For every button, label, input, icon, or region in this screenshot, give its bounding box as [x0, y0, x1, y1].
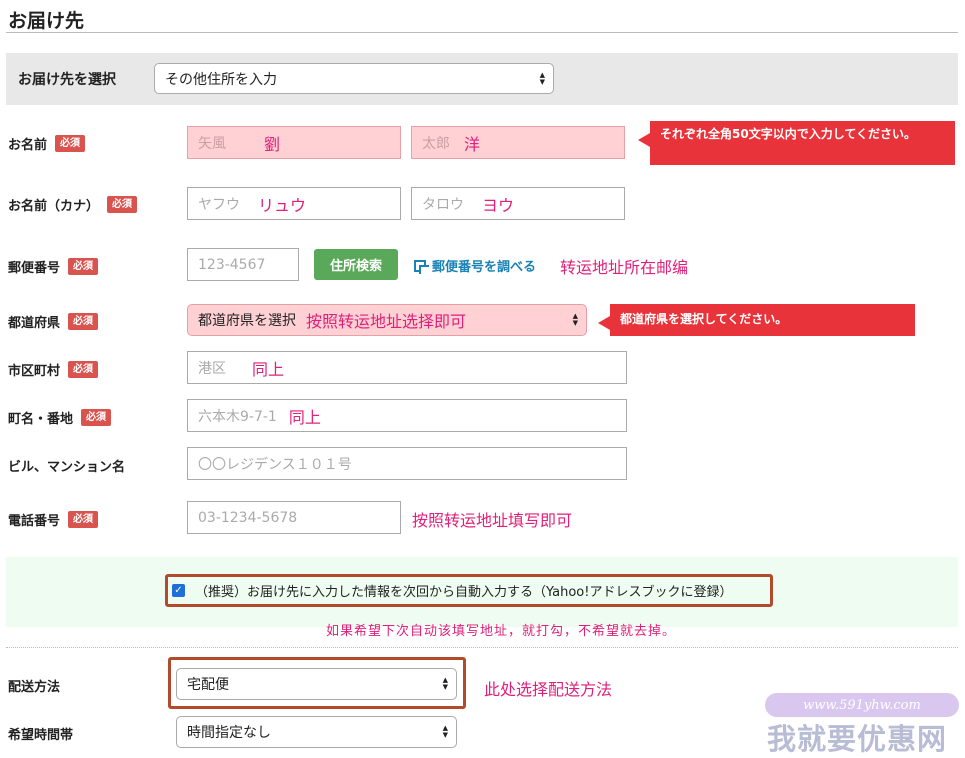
first-name-placeholder: 太郎	[422, 135, 450, 152]
street-label: 町名・番地	[8, 412, 74, 427]
prefecture-error-tooltip: 都道府県を選択してください。	[598, 304, 915, 336]
prefecture-select[interactable]: 都道府県を選択 按照转运地址选择即可 ▲ ▼	[187, 304, 587, 336]
first-name-annotation: 洋	[464, 134, 481, 154]
address-select[interactable]: その他住所を入力 ▲ ▼	[154, 63, 554, 94]
street-label-row: 町名・番地 必須	[8, 408, 112, 427]
zip-lookup-link[interactable]: 郵便番号を調べる	[414, 256, 536, 275]
shipping-label: 配送方法	[8, 680, 61, 695]
required-badge: 必須	[68, 313, 99, 330]
phone-label: 電話番号	[8, 514, 61, 529]
phone-input[interactable]: 03-1234-5678	[187, 501, 401, 534]
page-title: お届け先	[8, 10, 85, 32]
required-badge: 必須	[68, 511, 99, 528]
zip-label: 郵便番号	[8, 261, 61, 276]
address-search-button[interactable]: 住所検索	[314, 249, 398, 280]
prefecture-label-row: 都道府県 必須	[8, 312, 99, 331]
name-label-row: お名前 必須	[8, 134, 86, 153]
last-name-kana-annotation: リュウ	[258, 195, 307, 215]
title-divider	[6, 32, 958, 33]
select-arrows-icon: ▲ ▼	[442, 724, 448, 739]
building-placeholder: 〇〇レジデンス１０１号	[198, 456, 352, 473]
required-badge: 必須	[107, 196, 138, 213]
phone-label-row: 電話番号 必須	[8, 510, 99, 529]
city-label-row: 市区町村 必須	[8, 360, 99, 379]
city-annotation: 同上	[252, 359, 285, 379]
select-arrows-icon: ▲ ▼	[572, 312, 578, 327]
select-arrows-icon: ▲ ▼	[442, 676, 448, 691]
watermark-url: www.591yhw.com	[765, 693, 959, 717]
required-badge: 必須	[68, 258, 99, 275]
address-select-label: お届け先を選択	[18, 72, 116, 88]
save-address-checkbox[interactable]: ✓	[172, 584, 185, 597]
zip-label-row: 郵便番号 必須	[8, 257, 99, 276]
last-name-input[interactable]: 矢風 劉	[187, 126, 401, 159]
first-name-input[interactable]: 太郎 洋	[411, 126, 625, 159]
kana-label-row: お名前（カナ） 必須	[8, 195, 138, 214]
zip-placeholder: 123-4567	[198, 256, 266, 273]
street-placeholder: 六本木9-7-1	[198, 408, 277, 425]
required-badge: 必須	[81, 409, 112, 426]
last-name-annotation: 劉	[264, 134, 281, 154]
delivery-time-value: 時間指定なし	[187, 725, 271, 741]
required-badge: 必須	[55, 135, 86, 152]
phone-placeholder: 03-1234-5678	[198, 509, 298, 526]
name-error-tooltip: それぞれ全角50文字以内で入力してください。	[638, 121, 955, 165]
last-name-kana-input[interactable]: ヤフウ リュウ	[187, 187, 401, 220]
shipping-method-value: 宅配便	[187, 677, 229, 693]
shipping-method-select[interactable]: 宅配便 ▲ ▼	[176, 668, 457, 700]
phone-annotation: 按照转运地址填写即可	[412, 511, 573, 530]
zip-annotation: 转运地址所在邮编	[560, 258, 689, 277]
last-name-placeholder: 矢風	[198, 135, 226, 152]
kana-label: お名前（カナ）	[8, 199, 100, 214]
city-placeholder: 港区	[198, 360, 226, 377]
first-name-kana-input[interactable]: タロウ ヨウ	[411, 187, 625, 220]
watermark-name: 我就要优惠网	[767, 722, 948, 756]
save-address-annotation: 如果希望下次自动该填写地址，就打勾，不希望就去掉。	[326, 624, 677, 639]
city-label: 市区町村	[8, 364, 61, 379]
street-input[interactable]: 六本木9-7-1 同上	[187, 399, 627, 432]
shipping-annotation: 此处选择配送方法	[484, 680, 613, 699]
save-address-option[interactable]: ✓ （推奨）お届け先に入力した情報を次回から自動入力する（Yahoo!アドレスブ…	[165, 574, 773, 607]
select-arrows-icon: ▲ ▼	[539, 70, 545, 86]
street-annotation: 同上	[288, 407, 321, 427]
delivery-time-select[interactable]: 時間指定なし ▲ ▼	[176, 716, 457, 748]
prefecture-select-value: 都道府県を選択	[198, 313, 296, 329]
building-label: ビル、マンション名	[8, 460, 126, 475]
delivery-time-label: 希望時間帯	[8, 728, 74, 743]
section-divider	[6, 647, 958, 648]
required-badge: 必須	[68, 361, 99, 378]
zip-lookup-link-text: 郵便番号を調べる	[432, 260, 537, 275]
city-input[interactable]: 港区 同上	[187, 351, 627, 384]
address-select-value: その他住所を入力	[165, 71, 277, 88]
name-label: お名前	[8, 138, 48, 153]
external-link-icon	[414, 259, 429, 274]
first-name-kana-annotation: ヨウ	[482, 195, 515, 215]
building-input[interactable]: 〇〇レジデンス１０１号	[187, 447, 627, 480]
prefecture-annotation: 按照转运地址选择即可	[306, 312, 467, 331]
save-address-label: （推奨）お届け先に入力した情報を次回から自動入力する（Yahoo!アドレスブック…	[195, 585, 733, 600]
prefecture-label: 都道府県	[8, 316, 61, 331]
first-name-kana-placeholder: タロウ	[422, 196, 464, 213]
last-name-kana-placeholder: ヤフウ	[198, 196, 240, 213]
zip-input[interactable]: 123-4567	[187, 248, 299, 281]
